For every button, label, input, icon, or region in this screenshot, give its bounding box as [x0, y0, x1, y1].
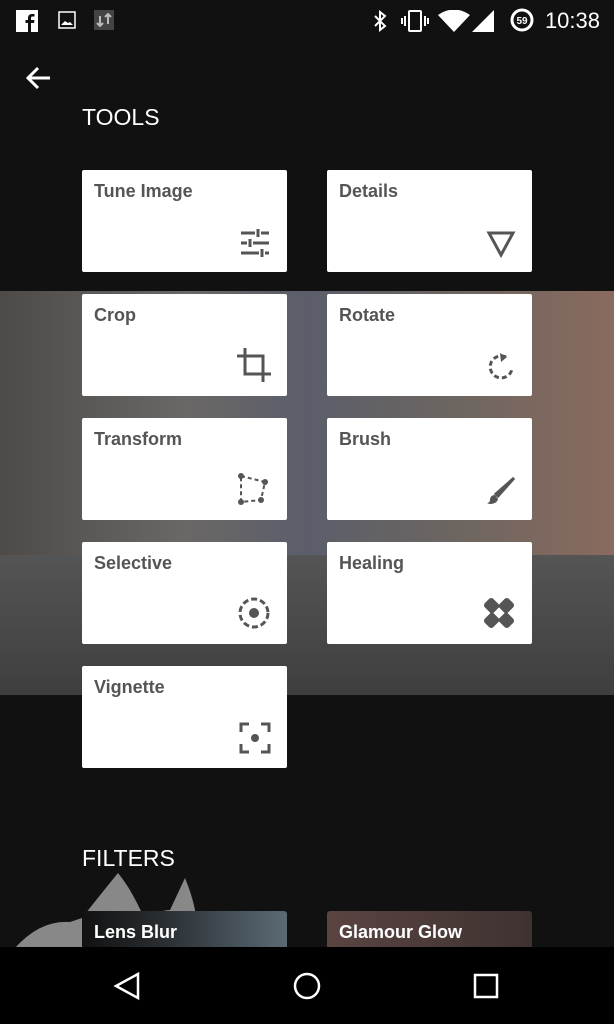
brush-icon — [487, 476, 516, 504]
tool-crop[interactable]: Crop — [82, 294, 287, 396]
bandage-icon — [483, 597, 515, 629]
crop-icon — [237, 348, 271, 382]
selective-icon — [238, 597, 270, 629]
facebook-icon — [16, 10, 38, 32]
sliders-icon — [241, 229, 269, 257]
bluetooth-icon — [374, 10, 387, 32]
clock: 10:38 — [544, 8, 600, 33]
recents-icon[interactable] — [472, 971, 500, 1001]
navigation-bar — [0, 947, 614, 1024]
wifi-icon — [438, 10, 470, 32]
tool-selective[interactable]: Selective — [82, 542, 287, 644]
battery-icon: 59 — [510, 8, 534, 32]
tool-rotate[interactable]: Rotate — [327, 294, 532, 396]
tool-transform[interactable]: Transform — [82, 418, 287, 520]
filters-heading: FILTERS — [82, 845, 175, 871]
tools-heading: TOOLS — [82, 104, 160, 130]
back-icon[interactable] — [112, 971, 142, 1001]
status-bar: 59 10:38 — [0, 0, 614, 40]
tool-details[interactable]: Details — [327, 170, 532, 272]
vignette-icon — [239, 722, 271, 754]
rotate-icon — [488, 353, 514, 380]
tool-vignette[interactable]: Vignette — [82, 666, 287, 768]
signal-icon — [472, 10, 494, 32]
filter-glamour-glow[interactable]: Glamour Glow — [327, 911, 532, 947]
home-icon[interactable] — [292, 971, 322, 1001]
svg-text:59: 59 — [516, 16, 528, 27]
tool-tune-image[interactable]: Tune Image — [82, 170, 287, 272]
arrow-left-icon[interactable] — [24, 64, 52, 92]
tool-brush[interactable]: Brush — [327, 418, 532, 520]
data-transfer-icon — [94, 10, 114, 30]
image-icon — [58, 11, 76, 29]
triangle-down-icon — [486, 231, 516, 258]
filter-lens-blur[interactable]: Lens Blur — [82, 911, 287, 947]
tool-healing[interactable]: Healing — [327, 542, 532, 644]
vibrate-icon — [401, 10, 429, 32]
perspective-icon — [238, 473, 268, 505]
